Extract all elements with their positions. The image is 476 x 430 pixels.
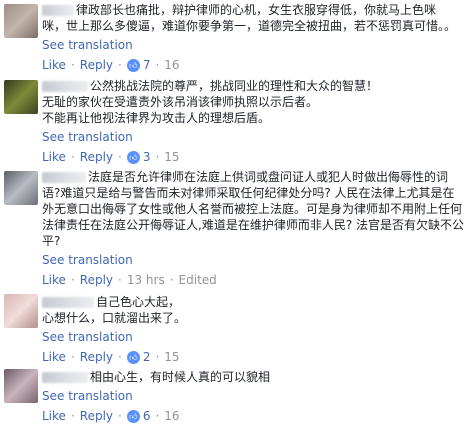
comment-text: 相由心生，有时候人真的可以貌相 xyxy=(90,370,271,384)
separator-dot: · xyxy=(155,58,160,72)
comment-actions: Like · Reply · 👍︎ 6 · 16 xyxy=(42,408,470,424)
commenter-name[interactable] xyxy=(42,5,74,16)
avatar[interactable] xyxy=(4,294,38,328)
separator-dot: · xyxy=(155,350,160,364)
thumbs-up-icon: 👍︎ xyxy=(126,59,140,72)
reply-link[interactable]: Reply xyxy=(80,408,113,424)
comment-actions: Like · Reply · 👍︎ 3 · 15 xyxy=(42,149,470,165)
avatar[interactable] xyxy=(4,4,38,38)
separator-dot: · xyxy=(155,150,160,164)
separator-dot: · xyxy=(169,273,174,287)
thumbs-up-icon: 👍︎ xyxy=(126,151,140,164)
like-link[interactable]: Like xyxy=(42,272,66,288)
see-translation-link[interactable]: See translation xyxy=(42,329,133,345)
separator-dot: · xyxy=(70,150,75,164)
separator-dot: · xyxy=(118,273,122,287)
reply-link[interactable]: Reply xyxy=(80,349,113,365)
like-count[interactable]: 👍︎ 7 xyxy=(126,57,150,73)
like-count[interactable]: 👍︎ 2 xyxy=(126,349,150,365)
comment-actions: Like · Reply · 👍︎ 2 · 15 xyxy=(42,349,470,365)
edited-label[interactable]: Edited xyxy=(179,272,217,288)
avatar[interactable] xyxy=(4,171,38,205)
comment-timestamp[interactable]: 15 xyxy=(164,349,179,365)
see-translation-link[interactable]: See translation xyxy=(42,388,133,404)
thumbs-up-icon: 👍︎ xyxy=(126,351,140,364)
commenter-name[interactable] xyxy=(42,172,86,183)
see-translation-link[interactable]: See translation xyxy=(42,37,133,53)
comment-text: 法庭是否允许律师在法庭上供词或盘问证人或犯人时做出侮辱性的词 语?难道只是给与警… xyxy=(42,170,465,248)
separator-dot: · xyxy=(70,350,75,364)
see-translation-link[interactable]: See translation xyxy=(42,129,133,145)
comment-timestamp[interactable]: 16 xyxy=(164,408,179,424)
like-count[interactable]: 👍︎ 3 xyxy=(126,149,150,165)
comment-text: 律政部长也痛批，辩护律师的心机，女生衣服穿得低，你就马上色咪 咪，世上那么多傻逼… xyxy=(42,3,457,33)
separator-dot: · xyxy=(118,150,122,164)
separator-dot: · xyxy=(118,58,122,72)
avatar[interactable] xyxy=(4,369,38,403)
like-link[interactable]: Like xyxy=(42,408,66,424)
commenter-name[interactable] xyxy=(42,372,88,383)
reply-link[interactable]: Reply xyxy=(80,272,113,288)
like-link[interactable]: Like xyxy=(42,349,66,365)
like-link[interactable]: Like xyxy=(42,57,66,73)
separator-dot: · xyxy=(118,409,122,423)
separator-dot: · xyxy=(70,273,75,287)
thumbs-up-icon: 👍︎ xyxy=(126,410,140,423)
separator-dot: · xyxy=(70,58,75,72)
avatar[interactable] xyxy=(4,80,38,114)
commenter-name[interactable] xyxy=(42,297,94,308)
comment-actions: Like · Reply · 👍︎ 7 · 16 xyxy=(42,57,470,73)
comment-actions: Like · Reply · 13 hrs · Edited xyxy=(42,272,470,288)
comment-timestamp[interactable]: 13 hrs xyxy=(127,272,165,288)
comment-text: 公然挑战法院的尊严，挑战同业的理性和大众的智慧！ 无耻的家伙在受遣责外该吊消该律… xyxy=(42,79,379,125)
comment-timestamp[interactable]: 15 xyxy=(164,149,179,165)
see-translation-link[interactable]: See translation xyxy=(42,252,133,268)
separator-dot: · xyxy=(70,409,75,423)
like-count[interactable]: 👍︎ 6 xyxy=(126,408,150,424)
comment-timestamp[interactable]: 16 xyxy=(164,57,179,73)
separator-dot: · xyxy=(155,409,160,423)
reply-link[interactable]: Reply xyxy=(80,57,113,73)
reply-link[interactable]: Reply xyxy=(80,149,113,165)
like-link[interactable]: Like xyxy=(42,149,66,165)
commenter-name[interactable] xyxy=(42,81,88,92)
separator-dot: · xyxy=(118,350,122,364)
